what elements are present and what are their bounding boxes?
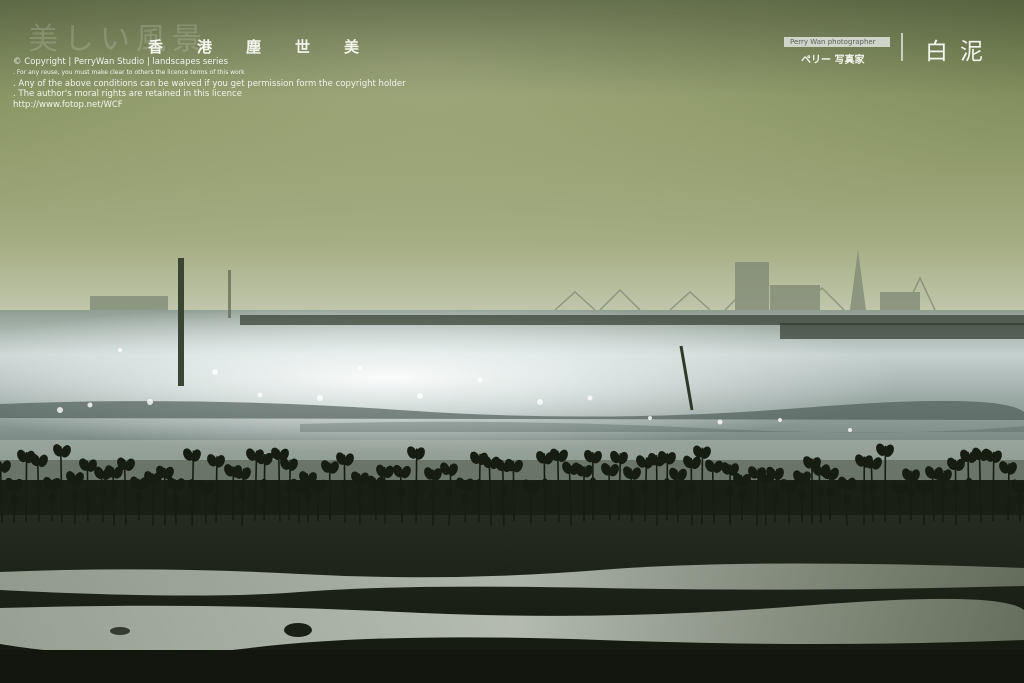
- copyright-line: © Copyright | PerryWan Studio | landscap…: [13, 57, 229, 67]
- mangrove-leaf: [500, 484, 508, 496]
- mangrove-leaf: [843, 494, 851, 506]
- mangrove-leaf: [965, 477, 973, 489]
- mangrove-leaf: [71, 490, 79, 502]
- mangrove-leaf: [381, 486, 389, 498]
- mangrove-stem: [25, 452, 28, 522]
- mangrove-leaf: [663, 478, 671, 490]
- mangrove-leaf: [869, 481, 877, 493]
- pole-thin: [228, 270, 231, 318]
- moral-rights-line: . The author's moral rights are retained…: [13, 89, 242, 99]
- title-divider: [901, 33, 903, 61]
- mangrove-leaf: [688, 482, 696, 494]
- mangrove-leaf: [628, 486, 636, 498]
- licence-waiver-line: . Any of the above conditions can be wai…: [13, 78, 406, 89]
- mangrove-leaf: [952, 483, 960, 495]
- mangrove-leaf: [445, 486, 453, 498]
- mangrove-leaf: [1016, 494, 1024, 506]
- mangrove-leaf: [738, 490, 746, 502]
- mangrove-leaf: [461, 493, 469, 505]
- mangrove-leaf: [238, 488, 246, 500]
- mangrove-leaf: [260, 478, 268, 490]
- pole-left: [178, 258, 184, 386]
- mangrove-leaf: [13, 478, 23, 492]
- far-breakwater-posts: [780, 323, 1024, 339]
- mangrove-leaf: [826, 486, 834, 498]
- mangrove-leaf: [860, 481, 868, 493]
- mangrove-leaf: [341, 479, 349, 491]
- copyright-notice: © Copyright | PerryWan Studio | landscap…: [13, 58, 406, 109]
- mangrove-leaf: [541, 478, 549, 490]
- foreground-mud: [0, 650, 1024, 683]
- mangrove-leaf: [110, 487, 118, 499]
- licence-line: . For any reuse, you must make clear to …: [13, 68, 245, 76]
- mangrove-leaf: [135, 492, 143, 504]
- mangrove-leaf: [726, 485, 734, 497]
- mangrove-leaf: [641, 480, 649, 492]
- landscape-photo-scene: 美しい風景 香港塵世美 © Copyright | PerryWan Studi…: [0, 0, 1024, 683]
- mangrove-leaf: [172, 494, 180, 506]
- photographer-badge: Perry Wan photographer: [784, 37, 890, 47]
- mangrove-stem: [415, 448, 418, 524]
- mangrove-leaf: [398, 486, 406, 498]
- mangrove-leaf: [589, 477, 597, 489]
- location-label: 白泥: [925, 39, 995, 65]
- mangrove-leaf: [798, 489, 806, 501]
- mangrove-leaf: [35, 479, 43, 491]
- series-title: 香港塵世美: [148, 38, 394, 56]
- mangrove-leaf: [48, 492, 56, 504]
- mangrove-leaf: [304, 489, 312, 501]
- mangrove-leaf: [674, 487, 682, 499]
- mangrove-leaf: [429, 489, 437, 501]
- mangrove-leaf: [188, 478, 196, 490]
- mangrove-leaf: [99, 487, 107, 499]
- mangrove-leaf: [771, 487, 779, 499]
- mangrove-leaf: [475, 479, 483, 491]
- mangrove-leaf: [10, 493, 18, 505]
- website-url: http://www.fotop.net/WCF: [13, 99, 123, 110]
- mangrove-leaf: [907, 487, 915, 499]
- mangrove-leaf: [817, 485, 825, 497]
- photographer-name: ペリー 写真家: [801, 55, 865, 66]
